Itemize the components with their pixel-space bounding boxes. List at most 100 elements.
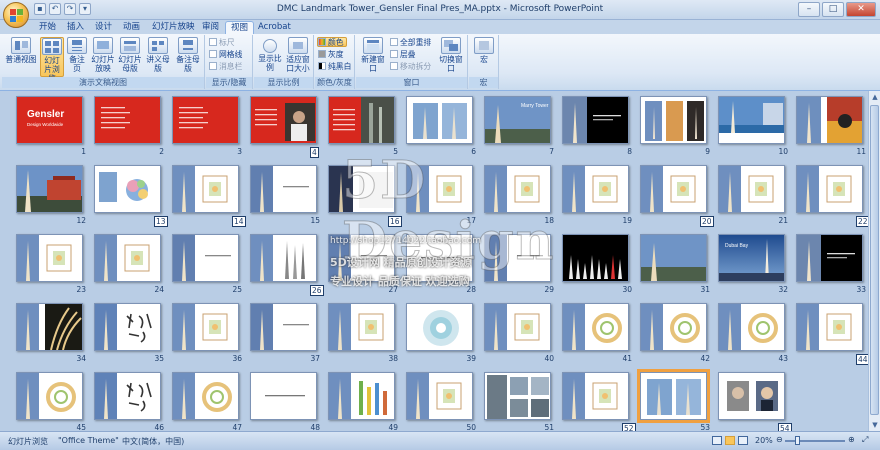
slide-thumbnail[interactable] — [172, 234, 239, 282]
slide-thumbnail[interactable] — [484, 303, 551, 351]
slide-thumbnail[interactable] — [562, 372, 629, 420]
slide-thumbnail[interactable] — [406, 372, 473, 420]
normal-view-status-icon[interactable] — [712, 436, 722, 445]
slide-thumbnail[interactable] — [94, 372, 161, 420]
gridlines-checkbox[interactable]: 网格线 — [209, 50, 242, 60]
scroll-thumb[interactable] — [870, 105, 879, 415]
tab-review[interactable]: 审阅 — [197, 21, 224, 34]
notes-page-button[interactable]: 备注页 — [66, 37, 88, 73]
slide-thumbnail[interactable] — [328, 96, 395, 144]
slide-thumbnail[interactable] — [637, 369, 710, 423]
zoom-button[interactable]: 显示比例 — [257, 37, 283, 72]
slide-thumbnail[interactable] — [562, 96, 629, 144]
slide-thumbnail[interactable] — [16, 165, 83, 213]
move-split-button[interactable]: 移动拆分 — [390, 62, 431, 72]
tab-view[interactable]: 视图 — [225, 21, 255, 34]
normal-view-button[interactable]: 普通视图 — [5, 37, 37, 64]
cascade-button[interactable]: 层叠 — [390, 50, 416, 60]
slide-thumbnail[interactable] — [328, 372, 395, 420]
slide-thumbnail[interactable] — [16, 303, 83, 351]
scroll-up-icon[interactable]: ▲ — [870, 92, 880, 102]
fit-to-window-icon[interactable]: ⤢ — [862, 435, 868, 445]
slide-thumbnail[interactable] — [796, 165, 863, 213]
slide-thumbnail[interactable] — [718, 303, 785, 351]
color-button[interactable]: 颜色 — [317, 37, 347, 47]
sorter-view-status-icon[interactable] — [725, 436, 735, 445]
slide-thumbnail[interactable] — [718, 372, 785, 420]
slide-thumbnail[interactable]: Dubai Bay — [718, 234, 785, 282]
slide-thumbnail[interactable] — [796, 96, 863, 144]
macro-button[interactable]: 宏 — [472, 37, 496, 64]
vertical-scrollbar[interactable]: ▲ ▼ — [868, 91, 880, 431]
arrange-all-button[interactable]: 全部重排 — [390, 38, 431, 48]
slide-thumbnail[interactable] — [796, 234, 863, 282]
slide-thumbnail[interactable]: Gensler Design Worldwide — [16, 96, 83, 144]
slideshow-status-icon[interactable] — [738, 436, 748, 445]
grayscale-button[interactable]: 灰度 — [318, 50, 344, 60]
tab-slideshow[interactable]: 幻灯片放映 — [147, 21, 200, 34]
slide-master-button[interactable]: 幻灯片母版 — [117, 37, 143, 73]
slide-thumbnail[interactable] — [328, 165, 395, 213]
zoom-out-icon[interactable]: ⊖ — [776, 435, 783, 444]
slide-thumbnail[interactable] — [94, 165, 161, 213]
slide-thumbnail[interactable] — [172, 165, 239, 213]
slide-thumbnail[interactable] — [250, 234, 317, 282]
slide-thumbnail[interactable] — [172, 303, 239, 351]
slide-thumbnail[interactable] — [640, 234, 707, 282]
slide-thumbnail[interactable] — [406, 165, 473, 213]
close-button[interactable]: ✕ — [846, 2, 876, 17]
zoom-slider[interactable] — [785, 436, 845, 445]
slide-sorter-button[interactable]: 幻灯片浏览 — [40, 37, 64, 83]
tab-insert[interactable]: 插入 — [62, 21, 89, 34]
slide-thumbnail[interactable] — [94, 234, 161, 282]
fit-window-button[interactable]: 适应窗口大小 — [284, 37, 312, 73]
slide-thumbnail[interactable] — [562, 234, 629, 282]
new-window-button[interactable]: 新建窗口 — [358, 37, 388, 73]
slide-thumbnail[interactable] — [250, 372, 317, 420]
handout-master-button[interactable]: 讲义母版 — [144, 37, 172, 73]
zoom-slider-knob[interactable] — [795, 436, 800, 445]
slide-thumbnail[interactable] — [16, 234, 83, 282]
tab-animations[interactable]: 动画 — [118, 21, 145, 34]
slide-thumbnail[interactable] — [640, 165, 707, 213]
scroll-down-icon[interactable]: ▼ — [870, 420, 880, 430]
black-white-button[interactable]: 纯黑白 — [318, 62, 351, 72]
slide-thumbnail[interactable] — [484, 234, 551, 282]
slide-thumbnail[interactable] — [562, 165, 629, 213]
slide-thumbnail[interactable] — [250, 165, 317, 213]
slide-thumbnail[interactable] — [406, 234, 473, 282]
notes-master-button[interactable]: 备注母版 — [174, 37, 202, 73]
slide-thumbnail[interactable] — [406, 303, 473, 351]
slide-thumbnail[interactable]: Marry Tower — [484, 96, 551, 144]
zoom-in-icon[interactable]: ⊕ — [848, 435, 855, 444]
slide-thumbnail[interactable] — [94, 96, 161, 144]
switch-window-button[interactable]: 切换窗口 — [436, 37, 466, 73]
slide-thumbnail[interactable] — [640, 96, 707, 144]
slide-thumbnail[interactable] — [484, 165, 551, 213]
slide-thumbnail[interactable] — [250, 303, 317, 351]
slide-thumbnail[interactable] — [94, 303, 161, 351]
tab-acrobat[interactable]: Acrobat — [253, 21, 296, 34]
zoom-level[interactable]: 20% — [755, 436, 773, 445]
slide-thumbnail[interactable] — [640, 303, 707, 351]
office-button[interactable] — [3, 2, 29, 28]
ruler-checkbox[interactable]: 标尺 — [209, 38, 235, 48]
tab-design[interactable]: 设计 — [90, 21, 117, 34]
slide-thumbnail[interactable] — [796, 303, 863, 351]
maximize-button[interactable]: □ — [822, 2, 844, 17]
slide-thumbnail[interactable] — [718, 165, 785, 213]
slide-thumbnail[interactable] — [328, 234, 395, 282]
status-language[interactable]: 中文(简体，中国) — [122, 436, 184, 447]
slide-thumbnail[interactable] — [16, 372, 83, 420]
slide-thumbnail[interactable] — [250, 96, 317, 144]
slide-thumbnail[interactable] — [562, 303, 629, 351]
message-bar-checkbox[interactable]: 消息栏 — [209, 62, 242, 72]
slide-thumbnail[interactable] — [328, 303, 395, 351]
slide-thumbnail[interactable] — [172, 96, 239, 144]
slide-thumbnail[interactable] — [406, 96, 473, 144]
tab-home[interactable]: 开始 — [34, 21, 61, 34]
slide-thumbnail[interactable] — [484, 372, 551, 420]
slide-thumbnail[interactable] — [172, 372, 239, 420]
minimize-button[interactable]: – — [798, 2, 820, 17]
slideshow-button[interactable]: 幻灯片放映 — [90, 37, 116, 73]
